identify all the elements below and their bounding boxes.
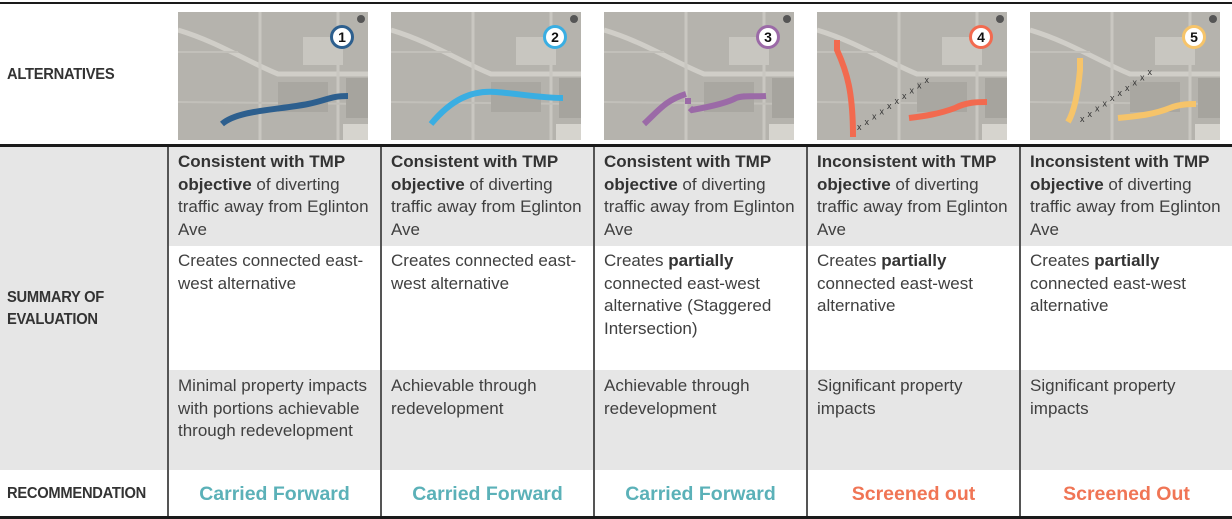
- connectivity-text: connected east-west alternative (Stagger…: [604, 273, 772, 338]
- property-impact-cell: Achievable through redevelopment: [604, 376, 750, 418]
- closed-road-marker: x: [857, 122, 862, 132]
- connectivity-text: connected east-west alternative: [1030, 273, 1186, 316]
- row-label-recommendation: RECOMMENDATION: [7, 485, 146, 502]
- closed-road-marker: x: [1110, 93, 1115, 103]
- connectivity-text: Creates: [817, 251, 882, 270]
- connectivity-emphasis: partially: [668, 251, 734, 270]
- closed-road-marker: x: [902, 91, 907, 101]
- closed-road-marker: x: [1133, 78, 1138, 88]
- alternative-number-badge: 1: [330, 25, 354, 49]
- connectivity-text: Creates: [604, 251, 669, 270]
- column-divider: [380, 147, 382, 516]
- recommendation-status: Carried Forward: [625, 483, 776, 505]
- closed-road-marker: x: [880, 106, 885, 116]
- property-impact-cell: Minimal property impacts with portions a…: [178, 376, 367, 440]
- closed-road-marker: x: [1140, 72, 1145, 82]
- tmp-objective-cell: Consistent with TMP objective of diverti…: [604, 151, 804, 241]
- north-arrow-icon: [783, 15, 791, 23]
- column-divider: [1019, 147, 1021, 516]
- closed-road-marker: x: [865, 117, 870, 127]
- closed-road-marker: x: [1080, 114, 1085, 124]
- tmp-objective-cell: Consistent with TMP objective of diverti…: [178, 151, 378, 241]
- recommendation-status: Screened out: [851, 483, 976, 505]
- north-arrow-icon: [570, 15, 578, 23]
- connectivity-text: Creates connected east-west alternative: [391, 251, 577, 293]
- closed-road-marker: x: [910, 86, 915, 96]
- aerial-map-1: 1: [178, 12, 368, 140]
- table-top-border: [0, 2, 1232, 4]
- connectivity-text: connected east-west alternative: [817, 273, 973, 316]
- alternative-number-badge: 3: [756, 25, 780, 49]
- aerial-map-3: 3: [604, 12, 794, 140]
- north-arrow-icon: [357, 15, 365, 23]
- row-label-alternatives: ALTERNATIVES: [7, 66, 115, 83]
- tmp-objective-cell: Inconsistent with TMP objective of diver…: [817, 151, 1017, 241]
- recommendation-status: Carried Forward: [412, 483, 563, 505]
- closed-road-marker: x: [895, 96, 900, 106]
- connectivity-cell: Creates connected east-west alternative: [178, 250, 378, 295]
- column-divider: [593, 147, 595, 516]
- property-impact-cell: Achievable through redevelopment: [391, 376, 537, 418]
- connectivity-text: Creates: [1030, 251, 1095, 270]
- column-divider: [167, 147, 169, 516]
- connectivity-emphasis: partially: [881, 251, 947, 270]
- closed-road-marker: x: [1148, 67, 1153, 77]
- closed-road-marker: x: [925, 75, 930, 85]
- closed-road-marker: x: [1125, 83, 1130, 93]
- north-arrow-icon: [1209, 15, 1217, 23]
- aerial-map-2: 2: [391, 12, 581, 140]
- connectivity-cell: Creates partially connected east-west al…: [604, 250, 804, 340]
- aerial-map-4: xxxxxxxxxx4: [817, 12, 1007, 140]
- connectivity-text: Creates connected east-west alternative: [178, 251, 364, 293]
- tmp-objective-cell: Consistent with TMP objective of diverti…: [391, 151, 591, 241]
- closed-road-marker: x: [887, 101, 892, 111]
- connectivity-emphasis: partially: [1094, 251, 1160, 270]
- alternative-number-badge: 5: [1182, 25, 1206, 49]
- aerial-map-5: xxxxxxxxxx5: [1030, 12, 1220, 140]
- header-divider: [0, 144, 1232, 147]
- alternative-number-badge: 4: [969, 25, 993, 49]
- recommendation-status: Carried Forward: [199, 483, 350, 505]
- closed-road-marker: x: [872, 112, 877, 122]
- closed-road-marker: x: [1088, 109, 1093, 119]
- property-impact-cell: Significant property impacts: [1030, 376, 1176, 418]
- closed-road-marker: x: [1103, 98, 1108, 108]
- connectivity-cell: Creates partially connected east-west al…: [817, 250, 1017, 318]
- connectivity-cell: Creates partially connected east-west al…: [1030, 250, 1230, 318]
- connectivity-cell: Creates connected east-west alternative: [391, 250, 591, 295]
- row-label-summary: SUMMARY OF EVALUATION: [7, 289, 105, 328]
- north-arrow-icon: [996, 15, 1004, 23]
- column-divider: [806, 147, 808, 516]
- closed-road-marker: x: [917, 80, 922, 90]
- closed-road-marker: x: [1095, 104, 1100, 114]
- recommendation-status: Screened Out: [1063, 483, 1190, 505]
- alternative-number-badge: 2: [543, 25, 567, 49]
- property-impact-cell: Significant property impacts: [817, 376, 963, 418]
- tmp-objective-cell: Inconsistent with TMP objective of diver…: [1030, 151, 1230, 241]
- closed-road-marker: x: [1118, 88, 1123, 98]
